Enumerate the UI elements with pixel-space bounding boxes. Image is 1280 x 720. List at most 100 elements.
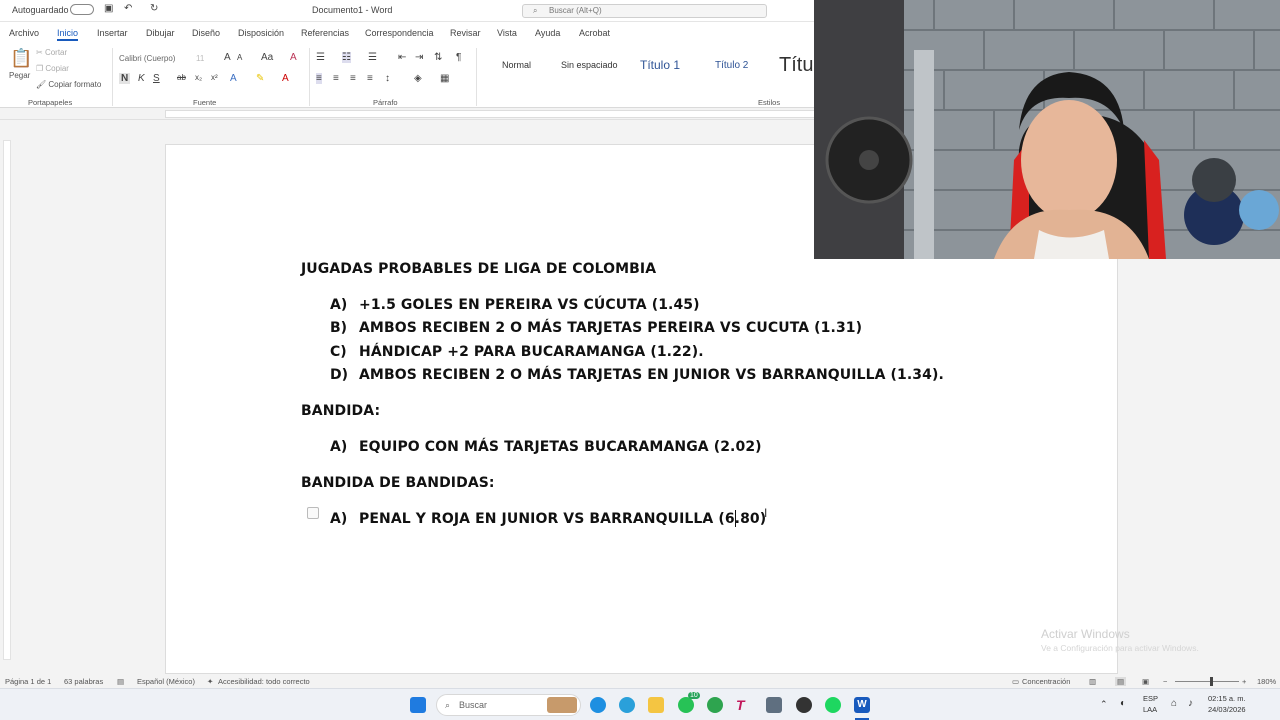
accessibility-status[interactable]: Accesibilidad: todo correcto: [218, 677, 310, 686]
heading-bandida-de-bandidas[interactable]: BANDIDA DE BANDIDAS:: [301, 475, 495, 491]
copy-button[interactable]: ❐ Copiar: [36, 64, 69, 73]
style-no-spacing[interactable]: Sin espaciado: [561, 60, 618, 70]
align-center-icon[interactable]: ≡: [333, 73, 339, 84]
tab-disposicion[interactable]: Disposición: [238, 28, 284, 38]
redo-icon[interactable]: ↻: [150, 3, 158, 14]
shading-icon[interactable]: ◈: [414, 73, 422, 84]
numbering-icon[interactable]: ☷: [342, 52, 351, 63]
spotify-icon[interactable]: [825, 697, 841, 713]
align-right-icon[interactable]: ≡: [350, 73, 356, 84]
line-spacing-icon[interactable]: ↕: [385, 73, 390, 84]
print-layout-icon[interactable]: ▤: [1115, 677, 1127, 686]
text-effects-icon[interactable]: A: [230, 73, 237, 84]
page-count[interactable]: Página 1 de 1: [5, 677, 51, 686]
bullets-icon[interactable]: ☰: [316, 52, 325, 63]
tray-location-icon[interactable]: ◐: [1120, 698, 1126, 709]
italic-icon[interactable]: K: [138, 73, 145, 84]
tab-vista[interactable]: Vista: [497, 28, 517, 38]
tab-archivo[interactable]: Archivo: [9, 28, 39, 38]
language-status[interactable]: Español (México): [137, 677, 195, 686]
font-color-icon[interactable]: A: [282, 73, 289, 84]
whatsapp-icon[interactable]: [678, 697, 694, 713]
edge-icon[interactable]: [590, 697, 606, 713]
list-item[interactable]: AMBOS RECIBEN 2 O MÁS TARJETAS EN JUNIOR…: [359, 367, 944, 383]
borders-icon[interactable]: ▦: [440, 73, 449, 84]
tab-diseno[interactable]: Diseño: [192, 28, 220, 38]
search-box[interactable]: ⌕ Buscar (Alt+Q): [522, 4, 767, 18]
format-painter-button[interactable]: 🖌 Copiar formato: [36, 80, 101, 89]
cut-button[interactable]: ✂ Cortar: [36, 48, 67, 57]
tab-acrobat[interactable]: Acrobat: [579, 28, 610, 38]
autosave-label[interactable]: Autoguardado: [12, 5, 69, 15]
language-bottom[interactable]: LAA: [1143, 705, 1157, 714]
multilevel-list-icon[interactable]: ☰: [368, 52, 377, 63]
subscript-icon[interactable]: x₂: [195, 73, 202, 82]
highlight-icon[interactable]: ✎: [256, 73, 264, 84]
paste-button[interactable]: Pegar: [9, 71, 30, 80]
undo-icon[interactable]: ↶: [124, 3, 132, 14]
tray-chevron-icon[interactable]: ⌃: [1100, 699, 1108, 710]
proofing-icon[interactable]: ▤: [117, 677, 124, 686]
zoom-out-icon[interactable]: −: [1163, 677, 1167, 686]
volume-icon[interactable]: ♪: [1188, 698, 1193, 709]
underline-icon[interactable]: S: [153, 73, 160, 84]
paste-options-icon[interactable]: [307, 507, 319, 519]
word-count[interactable]: 63 palabras: [64, 677, 103, 686]
tab-correspondencia[interactable]: Correspondencia: [365, 28, 434, 38]
zoom-level[interactable]: 180%: [1257, 677, 1276, 686]
sort-icon[interactable]: ⇅: [434, 52, 442, 63]
typora-icon[interactable]: T: [736, 697, 752, 713]
focus-mode[interactable]: Concentración: [1022, 677, 1070, 686]
web-layout-icon[interactable]: ▣: [1142, 677, 1149, 686]
decrease-indent-icon[interactable]: ⇤: [398, 52, 406, 63]
zoom-in-icon[interactable]: +: [1242, 677, 1246, 686]
list-item[interactable]: AMBOS RECIBEN 2 O MÁS TARJETAS PEREIRA V…: [359, 320, 862, 336]
heading-bandida[interactable]: BANDIDA:: [301, 403, 380, 419]
save-icon[interactable]: ▣: [104, 3, 113, 14]
heading-jugadas[interactable]: JUGADAS PROBABLES DE LIGA DE COLOMBIA: [301, 261, 656, 277]
tab-referencias[interactable]: Referencias: [301, 28, 349, 38]
chrome-icon[interactable]: [707, 697, 723, 713]
taskbar-search[interactable]: ⌕ Buscar: [436, 694, 581, 716]
word-icon[interactable]: W: [854, 697, 870, 713]
bold-icon[interactable]: N: [119, 73, 131, 84]
list-item[interactable]: EQUIPO CON MÁS TARJETAS BUCARAMANGA (2.0…: [359, 439, 762, 455]
shrink-font-icon[interactable]: A: [237, 53, 242, 62]
style-title[interactable]: Títu: [779, 54, 813, 77]
clock-time[interactable]: 02:15 a. m.: [1208, 694, 1246, 703]
windows-start-icon[interactable]: [410, 697, 426, 713]
calculator-icon[interactable]: [766, 697, 782, 713]
autosave-toggle[interactable]: [70, 4, 94, 15]
style-heading1[interactable]: Título 1: [640, 58, 680, 72]
increase-indent-icon[interactable]: ⇥: [415, 52, 423, 63]
tab-revisar[interactable]: Revisar: [450, 28, 481, 38]
style-heading2[interactable]: Título 2: [715, 60, 748, 71]
list-item[interactable]: PENAL Y ROJA EN JUNIOR VS BARRANQUILLA (…: [359, 511, 766, 527]
language-top[interactable]: ESP: [1143, 694, 1158, 703]
font-name-select[interactable]: Calibri (Cuerpo): [119, 54, 193, 63]
clock-date[interactable]: 24/03/2026: [1208, 705, 1246, 714]
zoom-slider-thumb[interactable]: [1210, 677, 1213, 686]
align-left-icon[interactable]: ≡: [316, 73, 322, 84]
tab-insertar[interactable]: Insertar: [97, 28, 128, 38]
font-size-select[interactable]: 11: [196, 54, 204, 63]
superscript-icon[interactable]: x²: [211, 73, 218, 82]
network-icon[interactable]: ⌂: [1171, 698, 1177, 709]
style-normal[interactable]: Normal: [502, 60, 531, 70]
list-item[interactable]: HÁNDICAP +2 PARA BUCARAMANGA (1.22).: [359, 344, 704, 360]
tab-inicio[interactable]: Inicio: [57, 28, 79, 41]
telegram-icon[interactable]: [619, 697, 635, 713]
list-item[interactable]: +1.5 GOLES EN PEREIRA VS CÚCUTA (1.45): [359, 297, 700, 313]
read-mode-icon[interactable]: ▥: [1089, 677, 1096, 686]
tab-dibujar[interactable]: Dibujar: [146, 28, 175, 38]
zoom-slider[interactable]: [1175, 681, 1239, 682]
file-explorer-icon[interactable]: [648, 697, 664, 713]
obs-icon[interactable]: [796, 697, 812, 713]
tab-ayuda[interactable]: Ayuda: [535, 28, 560, 38]
paste-icon[interactable]: 📋: [10, 48, 32, 69]
strikethrough-icon[interactable]: ab: [177, 73, 186, 82]
clear-format-icon[interactable]: A: [290, 52, 297, 63]
justify-icon[interactable]: ≡: [367, 73, 373, 84]
grow-font-icon[interactable]: A: [224, 52, 231, 63]
pilcrow-icon[interactable]: ¶: [456, 52, 461, 63]
